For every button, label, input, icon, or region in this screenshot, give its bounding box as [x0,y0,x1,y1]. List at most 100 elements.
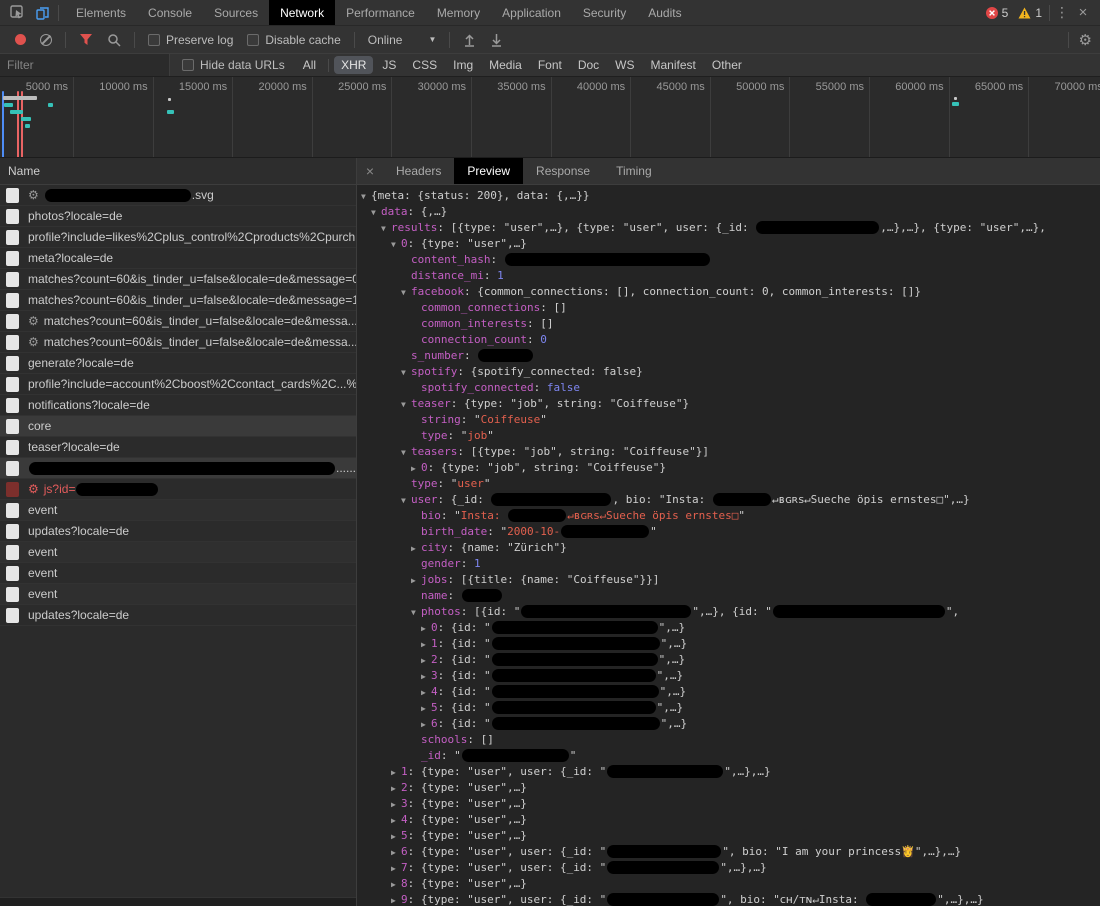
collapse-arrow-icon[interactable]: ▶ [411,461,421,476]
json-tree-line[interactable]: bio: "Insta: ↵ʙɢʀꜱ↵Sueche öpis ernstes□" [357,508,1100,524]
collapse-arrow-icon[interactable]: ▶ [391,845,401,860]
collapse-arrow-icon[interactable]: ▶ [391,877,401,892]
json-tree-line[interactable]: ▶jobs: [{title: {name: "Coiffeuse"}}] [357,572,1100,588]
filter-pill-other[interactable]: Other [705,56,749,74]
request-row[interactable]: ...... [0,458,356,479]
throttling-select[interactable]: Online ▼ [368,33,437,47]
json-tree-line[interactable]: ▶8: {type: "user",…} [357,876,1100,892]
json-tree-line[interactable]: ▶0: {id: "",…} [357,620,1100,636]
json-tree-line[interactable]: name: [357,588,1100,604]
tab-application[interactable]: Application [491,0,572,25]
disable-cache-checkbox[interactable]: Disable cache [247,33,340,47]
filter-pill-media[interactable]: Media [482,56,529,74]
collapse-arrow-icon[interactable]: ▶ [391,797,401,812]
clear-button[interactable] [40,34,52,46]
filter-pill-ws[interactable]: WS [608,56,641,74]
request-row[interactable]: event [0,500,356,521]
json-tree-line[interactable]: ▶0: {type: "job", string: "Coiffeuse"} [357,460,1100,476]
json-tree-line[interactable]: ▶6: {id: "",…} [357,716,1100,732]
hide-data-urls-checkbox[interactable]: Hide data URLs [182,58,285,72]
expand-arrow-icon[interactable]: ▼ [371,205,381,220]
json-tree-line[interactable]: birth_date: "2000-10-" [357,524,1100,540]
json-tree-line[interactable]: string: "Coiffeuse" [357,412,1100,428]
tab-performance[interactable]: Performance [335,0,426,25]
collapse-arrow-icon[interactable]: ▶ [391,861,401,876]
expand-arrow-icon[interactable]: ▼ [401,493,411,508]
import-har-button[interactable] [463,33,476,47]
collapse-arrow-icon[interactable]: ▶ [421,637,431,652]
json-tree-line[interactable]: ▶4: {type: "user",…} [357,812,1100,828]
request-row[interactable]: ⚙.svg [0,185,356,206]
horizontal-scrollbar[interactable] [0,897,356,906]
json-tree-line[interactable]: ▼user: {_id: , bio: "Insta: ↵ʙɢʀꜱ↵Sueche… [357,492,1100,508]
json-tree-line[interactable]: ▶7: {type: "user", user: {_id: "",…},…} [357,860,1100,876]
filter-pill-img[interactable]: Img [446,56,480,74]
collapse-arrow-icon[interactable]: ▶ [391,829,401,844]
inspect-element-icon[interactable] [4,1,30,25]
json-tree-line[interactable]: _id: "" [357,748,1100,764]
record-button[interactable] [15,34,26,45]
json-tree-line[interactable]: ▼0: {type: "user",…} [357,236,1100,252]
tab-console[interactable]: Console [137,0,203,25]
json-tree-line[interactable]: ▶3: {id: "",…} [357,668,1100,684]
collapse-arrow-icon[interactable]: ▶ [411,541,421,556]
filter-input[interactable] [0,54,170,76]
tab-network[interactable]: Network [269,0,335,25]
request-row[interactable]: meta?locale=de [0,248,356,269]
json-tree-line[interactable]: ▶5: {type: "user",…} [357,828,1100,844]
json-tree-line[interactable]: ▼teaser: {type: "job", string: "Coiffeus… [357,396,1100,412]
detail-tab-preview[interactable]: Preview [454,158,523,184]
detail-tab-headers[interactable]: Headers [383,158,454,184]
expand-arrow-icon[interactable]: ▼ [401,285,411,300]
collapse-arrow-icon[interactable]: ▶ [391,813,401,828]
request-row[interactable]: ⚙js?id= [0,479,356,500]
request-row[interactable]: matches?count=60&is_tinder_u=false&local… [0,269,356,290]
expand-arrow-icon[interactable]: ▼ [401,365,411,380]
request-row[interactable]: generate?locale=de [0,353,356,374]
collapse-arrow-icon[interactable]: ▶ [421,653,431,668]
json-tree-line[interactable]: ▶9: {type: "user", user: {_id: "", bio: … [357,892,1100,906]
detail-tab-timing[interactable]: Timing [603,158,665,184]
preserve-log-checkbox[interactable]: Preserve log [148,33,233,47]
console-warning-badge[interactable]: 1 [1018,6,1042,20]
expand-arrow-icon[interactable]: ▼ [361,189,371,204]
request-row[interactable]: ⚙matches?count=60&is_tinder_u=false&loca… [0,311,356,332]
filter-pill-doc[interactable]: Doc [571,56,606,74]
collapse-arrow-icon[interactable]: ▶ [391,781,401,796]
collapse-arrow-icon[interactable]: ▶ [421,669,431,684]
json-tree-line[interactable]: ▶5: {id: "",…} [357,700,1100,716]
filter-pill-css[interactable]: CSS [405,56,444,74]
expand-arrow-icon[interactable]: ▼ [391,237,401,252]
json-tree-line[interactable]: ▶2: {type: "user",…} [357,780,1100,796]
json-tree-line[interactable]: ▶1: {type: "user", user: {_id: "",…},…} [357,764,1100,780]
network-settings-button[interactable]: ⚙ [1062,31,1092,49]
json-tree-line[interactable]: content_hash: [357,252,1100,268]
json-tree-line[interactable]: s_number: [357,348,1100,364]
close-detail-icon[interactable]: × [357,158,383,184]
request-row[interactable]: profile?include=account%2Cboost%2Ccontac… [0,374,356,395]
json-tree-line[interactable]: ▼teasers: [{type: "job", string: "Coiffe… [357,444,1100,460]
json-tree-line[interactable]: ▼results: [{type: "user",…}, {type: "use… [357,220,1100,236]
request-row[interactable]: event [0,584,356,605]
json-tree-line[interactable]: ▶city: {name: "Zürich"} [357,540,1100,556]
json-tree-line[interactable]: ▼data: {,…} [357,204,1100,220]
close-devtools-icon[interactable]: × [1072,4,1094,21]
json-tree-line[interactable]: type: "user" [357,476,1100,492]
collapse-arrow-icon[interactable]: ▶ [391,893,401,906]
request-row[interactable]: core [0,416,356,437]
tab-audits[interactable]: Audits [637,0,692,25]
json-tree-line[interactable]: ▼{meta: {status: 200}, data: {,…}} [357,188,1100,204]
console-error-badge[interactable]: 5 [986,6,1009,20]
request-row[interactable]: event [0,563,356,584]
collapse-arrow-icon[interactable]: ▶ [421,621,431,636]
more-options-icon[interactable]: ⋮ [1052,4,1072,21]
export-har-button[interactable] [490,33,503,47]
tab-elements[interactable]: Elements [65,0,137,25]
json-tree-line[interactable]: ▶3: {type: "user",…} [357,796,1100,812]
collapse-arrow-icon[interactable]: ▶ [421,717,431,732]
filter-pill-manifest[interactable]: Manifest [644,56,703,74]
tab-security[interactable]: Security [572,0,637,25]
json-tree-line[interactable]: ▶2: {id: "",…} [357,652,1100,668]
request-row[interactable]: notifications?locale=de [0,395,356,416]
json-tree-line[interactable]: ▼photos: [{id: "",…}, {id: "", [357,604,1100,620]
